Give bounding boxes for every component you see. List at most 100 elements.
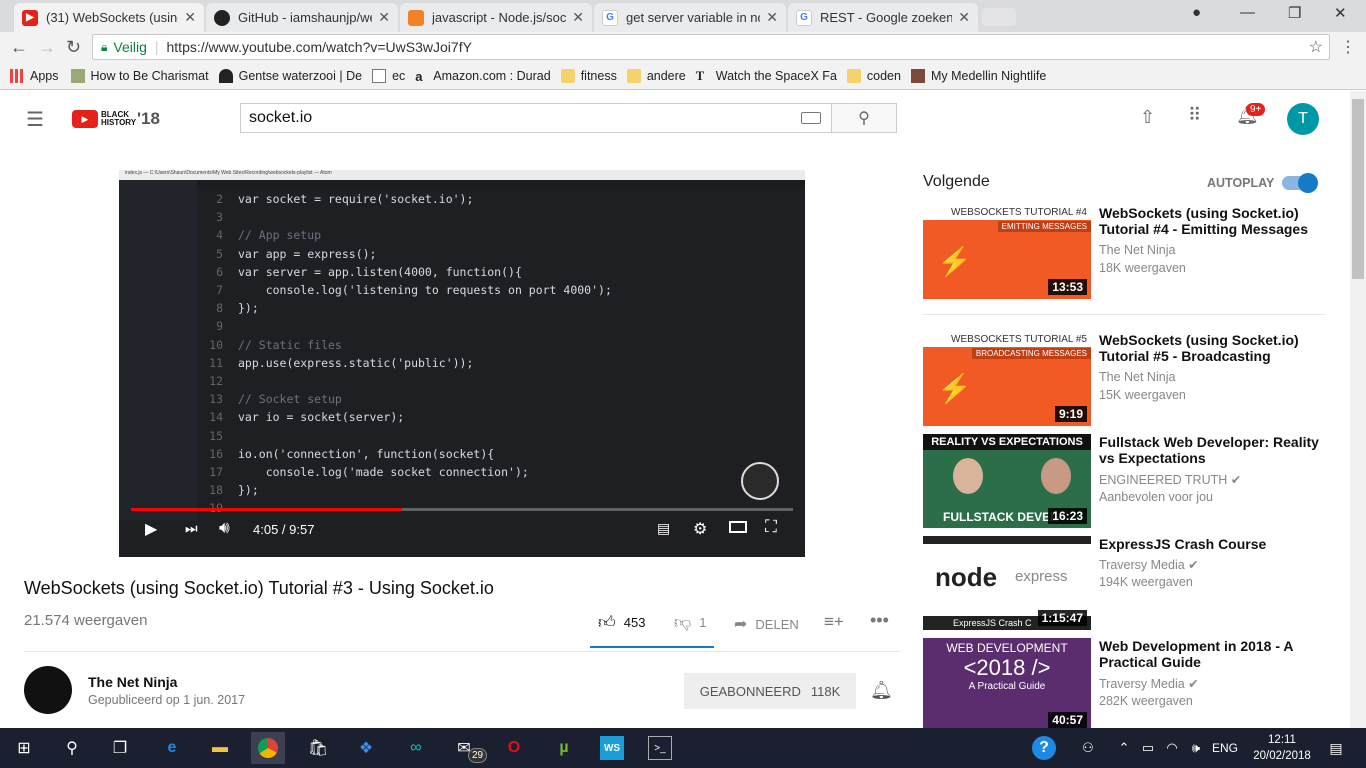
address-bar[interactable]: 🔒︎ Veilig | https://www.youtube.com/watc… <box>92 34 1330 60</box>
chrome-icon[interactable] <box>251 732 285 764</box>
opera-icon[interactable]: O <box>502 736 526 760</box>
scrollbar-thumb[interactable] <box>1352 99 1364 279</box>
windows-start-icon[interactable]: ⊞ <box>12 736 36 760</box>
help-icon[interactable]: ? <box>1032 736 1056 760</box>
bookmark-item[interactable]: Gentse waterzooi | De <box>218 68 362 83</box>
close-tab-icon[interactable]: ✕ <box>184 9 196 26</box>
share-button[interactable]: ➦ DELEN <box>734 614 799 634</box>
bookmark-item[interactable]: How to Be Charismat <box>70 68 209 83</box>
edge-icon[interactable]: e <box>160 736 184 760</box>
subtitles-icon[interactable]: ▤ <box>657 520 670 537</box>
search-icon[interactable]: ⚲ <box>60 736 84 760</box>
video-thumbnail[interactable]: WEBSOCKETS TUTORIAL #5 BROADCASTING MESS… <box>923 332 1091 426</box>
video-title: Fullstack Web Developer: Reality vs Expe… <box>1099 434 1319 466</box>
action-center-icon[interactable]: ▤ <box>1324 736 1348 760</box>
close-window-icon[interactable]: ✕ <box>1334 4 1347 22</box>
windows-taskbar: ⊞ ⚲ ❐ e ▬ 🛍︎ ❖ ∞ ✉ 29 O µ WS >_ ? ⚇ ⌃ ▭ … <box>0 728 1366 768</box>
video-player[interactable]: index.js — C:\Users\Shaun\Documents\My W… <box>119 170 805 557</box>
notification-bell-icon[interactable]: 🔔︎ <box>870 680 893 701</box>
task-view-icon[interactable]: ❐ <box>108 736 132 760</box>
back-icon[interactable]: ← <box>10 37 28 58</box>
browser-tab-github[interactable]: GitHub - iamshaunjp/we ✕ <box>206 3 398 32</box>
maximize-icon[interactable]: ❐ <box>1288 4 1301 22</box>
verified-check-icon: ✔ <box>1188 558 1199 572</box>
bookmark-folder[interactable]: coden <box>846 68 901 83</box>
terminal-icon[interactable]: >_ <box>648 736 672 760</box>
bookmark-item[interactable]: a Amazon.com : Durad <box>415 68 550 84</box>
video-thumbnail[interactable]: node express ExpressJS Crash C 1:15:47 <box>923 536 1091 630</box>
add-to-playlist-icon[interactable]: ≡+ <box>824 612 844 632</box>
browser-tab-youtube[interactable]: ▶ (31) WebSockets (using S ✕ <box>14 3 204 32</box>
video-duration: 13:53 <box>1048 279 1087 295</box>
close-tab-icon[interactable]: ✕ <box>378 9 390 26</box>
wifi-icon[interactable]: ◠ <box>1160 736 1184 760</box>
upload-icon[interactable]: ⇧ <box>1140 107 1155 128</box>
settings-gear-icon[interactable]: ⚙ <box>693 519 707 539</box>
more-actions-icon[interactable]: ••• <box>870 610 889 631</box>
recommended-video[interactable]: WEBSOCKETS TUTORIAL #4 EMITTING MESSAGES… <box>923 205 1343 301</box>
recommended-video[interactable]: WEBSOCKETS TUTORIAL #5 BROADCASTING MESS… <box>923 332 1343 428</box>
youtube-logo[interactable]: ▶ BLACK HISTORY '18 <box>72 109 160 129</box>
video-thumbnail[interactable]: REALITY VS EXPECTATIONS FULLSTACK DEVEL … <box>923 434 1091 528</box>
play-icon[interactable]: ▶ <box>145 519 157 539</box>
avatar[interactable]: T <box>1287 103 1319 135</box>
like-button[interactable]: 👍︎ 453 <box>598 612 645 633</box>
people-icon[interactable]: ⚇ <box>1076 736 1100 760</box>
search-input[interactable]: socket.io <box>240 103 832 133</box>
bookmark-folder[interactable]: fitness <box>560 68 617 83</box>
amazon-icon: a <box>415 68 423 84</box>
bookmark-folder[interactable]: andere <box>626 68 686 83</box>
language-indicator[interactable]: ENG <box>1212 741 1238 755</box>
progress-bar[interactable] <box>131 508 793 511</box>
video-thumbnail[interactable]: WEB DEVELOPMENT <2018 /> A Practical Gui… <box>923 638 1091 732</box>
bookmark-item[interactable]: T Watch the SpaceX Fa <box>696 69 837 83</box>
dislike-button[interactable]: 👎︎ 1 <box>674 612 707 633</box>
webstorm-icon[interactable]: WS <box>600 736 624 760</box>
bookmark-apps[interactable]: Apps <box>10 68 59 83</box>
close-tab-icon[interactable]: ✕ <box>572 9 584 26</box>
apps-grid-icon[interactable]: ⠿ <box>1188 105 1201 126</box>
next-icon[interactable]: ⏭︎ <box>185 520 198 537</box>
recommended-video[interactable]: REALITY VS EXPECTATIONS FULLSTACK DEVEL … <box>923 434 1343 530</box>
dropbox-icon[interactable]: ❖ <box>354 736 378 760</box>
browser-tab-google-2[interactable]: G REST - Google zoeken ✕ <box>788 3 978 32</box>
bookmark-item[interactable]: My Medellin Nightlife <box>910 68 1046 83</box>
fullscreen-icon[interactable]: ⛶ <box>765 517 777 537</box>
new-tab-button[interactable] <box>982 8 1016 26</box>
channel-avatar[interactable] <box>24 666 72 714</box>
code-line-number: 13 <box>209 392 223 407</box>
reload-icon[interactable]: ↻ <box>66 37 81 58</box>
autoplay-toggle[interactable] <box>1282 173 1318 193</box>
hamburger-menu-icon[interactable]: ☰ <box>26 107 44 132</box>
site-icon <box>70 68 85 83</box>
volume-icon[interactable]: 🕪︎ <box>1184 736 1208 760</box>
menu-icon[interactable]: ⋮ <box>1340 37 1356 57</box>
subscribed-button[interactable]: GEABONNEERD 118K <box>684 673 856 709</box>
file-explorer-icon[interactable]: ▬ <box>208 736 232 760</box>
arduino-icon[interactable]: ∞ <box>404 736 428 760</box>
recommended-video[interactable]: node express ExpressJS Crash C 1:15:47 E… <box>923 536 1343 632</box>
forward-icon[interactable]: → <box>38 37 56 58</box>
keyboard-icon[interactable] <box>801 112 821 124</box>
utorrent-icon[interactable]: µ <box>552 736 576 760</box>
profile-icon[interactable]: ● <box>1192 4 1201 21</box>
browser-tab-google-1[interactable]: G get server variable in noc ✕ <box>594 3 786 32</box>
bookmark-item[interactable]: ec <box>372 68 405 83</box>
store-icon[interactable]: 🛍︎ <box>306 736 330 760</box>
chevron-up-icon[interactable]: ⌃ <box>1112 736 1136 760</box>
page-scrollbar[interactable] <box>1350 91 1366 728</box>
recommended-video[interactable]: WEB DEVELOPMENT <2018 /> A Practical Gui… <box>923 638 1343 734</box>
close-tab-icon[interactable]: ✕ <box>958 9 970 26</box>
channel-name[interactable]: The Net Ninja <box>88 674 177 690</box>
video-thumbnail[interactable]: WEBSOCKETS TUTORIAL #4 EMITTING MESSAGES… <box>923 205 1091 299</box>
bookmark-star-icon[interactable]: ☆ <box>1309 37 1323 57</box>
url-text[interactable]: https://www.youtube.com/watch?v=UwS3wJoi… <box>167 39 472 55</box>
volume-icon[interactable]: 🔊︎ <box>219 518 230 538</box>
theater-mode-icon[interactable] <box>729 521 747 533</box>
clock[interactable]: 12:11 20/02/2018 <box>1252 732 1312 764</box>
search-button[interactable]: ⚲ <box>832 103 897 133</box>
battery-icon[interactable]: ▭ <box>1136 736 1160 760</box>
browser-tab-stackoverflow[interactable]: javascript - Node.js/sock ✕ <box>400 3 592 32</box>
minimize-icon[interactable]: — <box>1240 4 1255 21</box>
close-tab-icon[interactable]: ✕ <box>766 9 778 26</box>
